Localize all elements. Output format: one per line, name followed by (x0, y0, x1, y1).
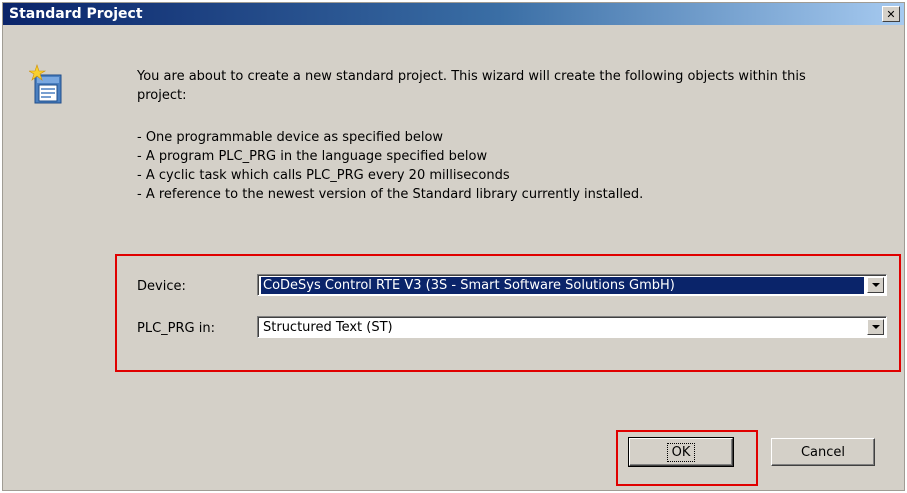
list-item: - A reference to the newest version of t… (137, 187, 644, 202)
title-bar[interactable]: Standard Project ✕ (3, 3, 904, 25)
plc-prg-value: Structured Text (ST) (263, 320, 393, 335)
ok-button[interactable]: OK (628, 437, 734, 467)
plc-prg-combobox[interactable]: Structured Text (ST) (257, 316, 887, 338)
device-label: Device: (137, 279, 186, 294)
plc-prg-label: PLC_PRG in: (137, 321, 215, 336)
wizard-icon (29, 64, 62, 104)
cancel-button-label: Cancel (800, 444, 846, 460)
ok-button-label: OK (666, 442, 696, 462)
list-item: - A program PLC_PRG in the language spec… (137, 149, 488, 164)
chevron-down-icon[interactable] (867, 319, 884, 335)
standard-project-dialog: Standard Project ✕ You are about to crea… (2, 2, 905, 491)
cancel-button[interactable]: Cancel (771, 438, 875, 466)
list-item: - A cyclic task which calls PLC_PRG ever… (137, 168, 510, 183)
settings-highlight-box (115, 254, 901, 372)
list-item: - One programmable device as specified b… (137, 130, 444, 145)
chevron-down-icon[interactable] (867, 277, 884, 293)
close-icon: ✕ (886, 7, 896, 21)
dialog-title: Standard Project (9, 6, 143, 22)
device-value: CoDeSys Control RTE V3 (3S - Smart Softw… (261, 277, 864, 294)
intro-text: You are about to create a new standard p… (137, 69, 806, 103)
device-combobox[interactable]: CoDeSys Control RTE V3 (3S - Smart Softw… (257, 274, 887, 296)
close-button[interactable]: ✕ (882, 6, 900, 22)
object-list: - One programmable device as specified b… (137, 128, 857, 204)
